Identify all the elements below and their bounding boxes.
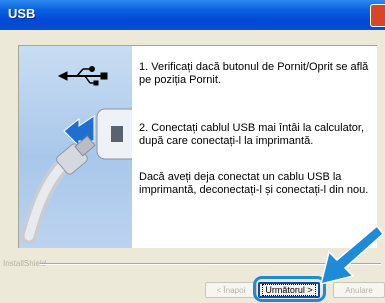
usb-illustration: [19, 46, 132, 248]
instruction-connect: 2. Conectați cablul USB mai întâi la cal…: [139, 122, 365, 147]
window-title: USB: [8, 6, 36, 21]
instruction-power: 1. Verificați dacă butonul de Pornit/Opr…: [139, 61, 369, 86]
content-panel: 1. Verificați dacă butonul de Pornit/Opr…: [18, 45, 377, 248]
close-button[interactable]: [370, 4, 385, 27]
installer-window: USB 1. Verificați dacă butonul de Pornit…: [0, 0, 385, 303]
pointer-arrow-icon: [319, 224, 385, 286]
instruction-reconnect: Dacă aveți deja conectat un cablu USB la…: [139, 171, 369, 196]
back-button[interactable]: < Înapoi: [205, 282, 257, 298]
usb-cable-icon: [21, 135, 96, 244]
title-bar[interactable]: USB: [0, 0, 385, 30]
usb-symbol-icon: [57, 66, 108, 86]
